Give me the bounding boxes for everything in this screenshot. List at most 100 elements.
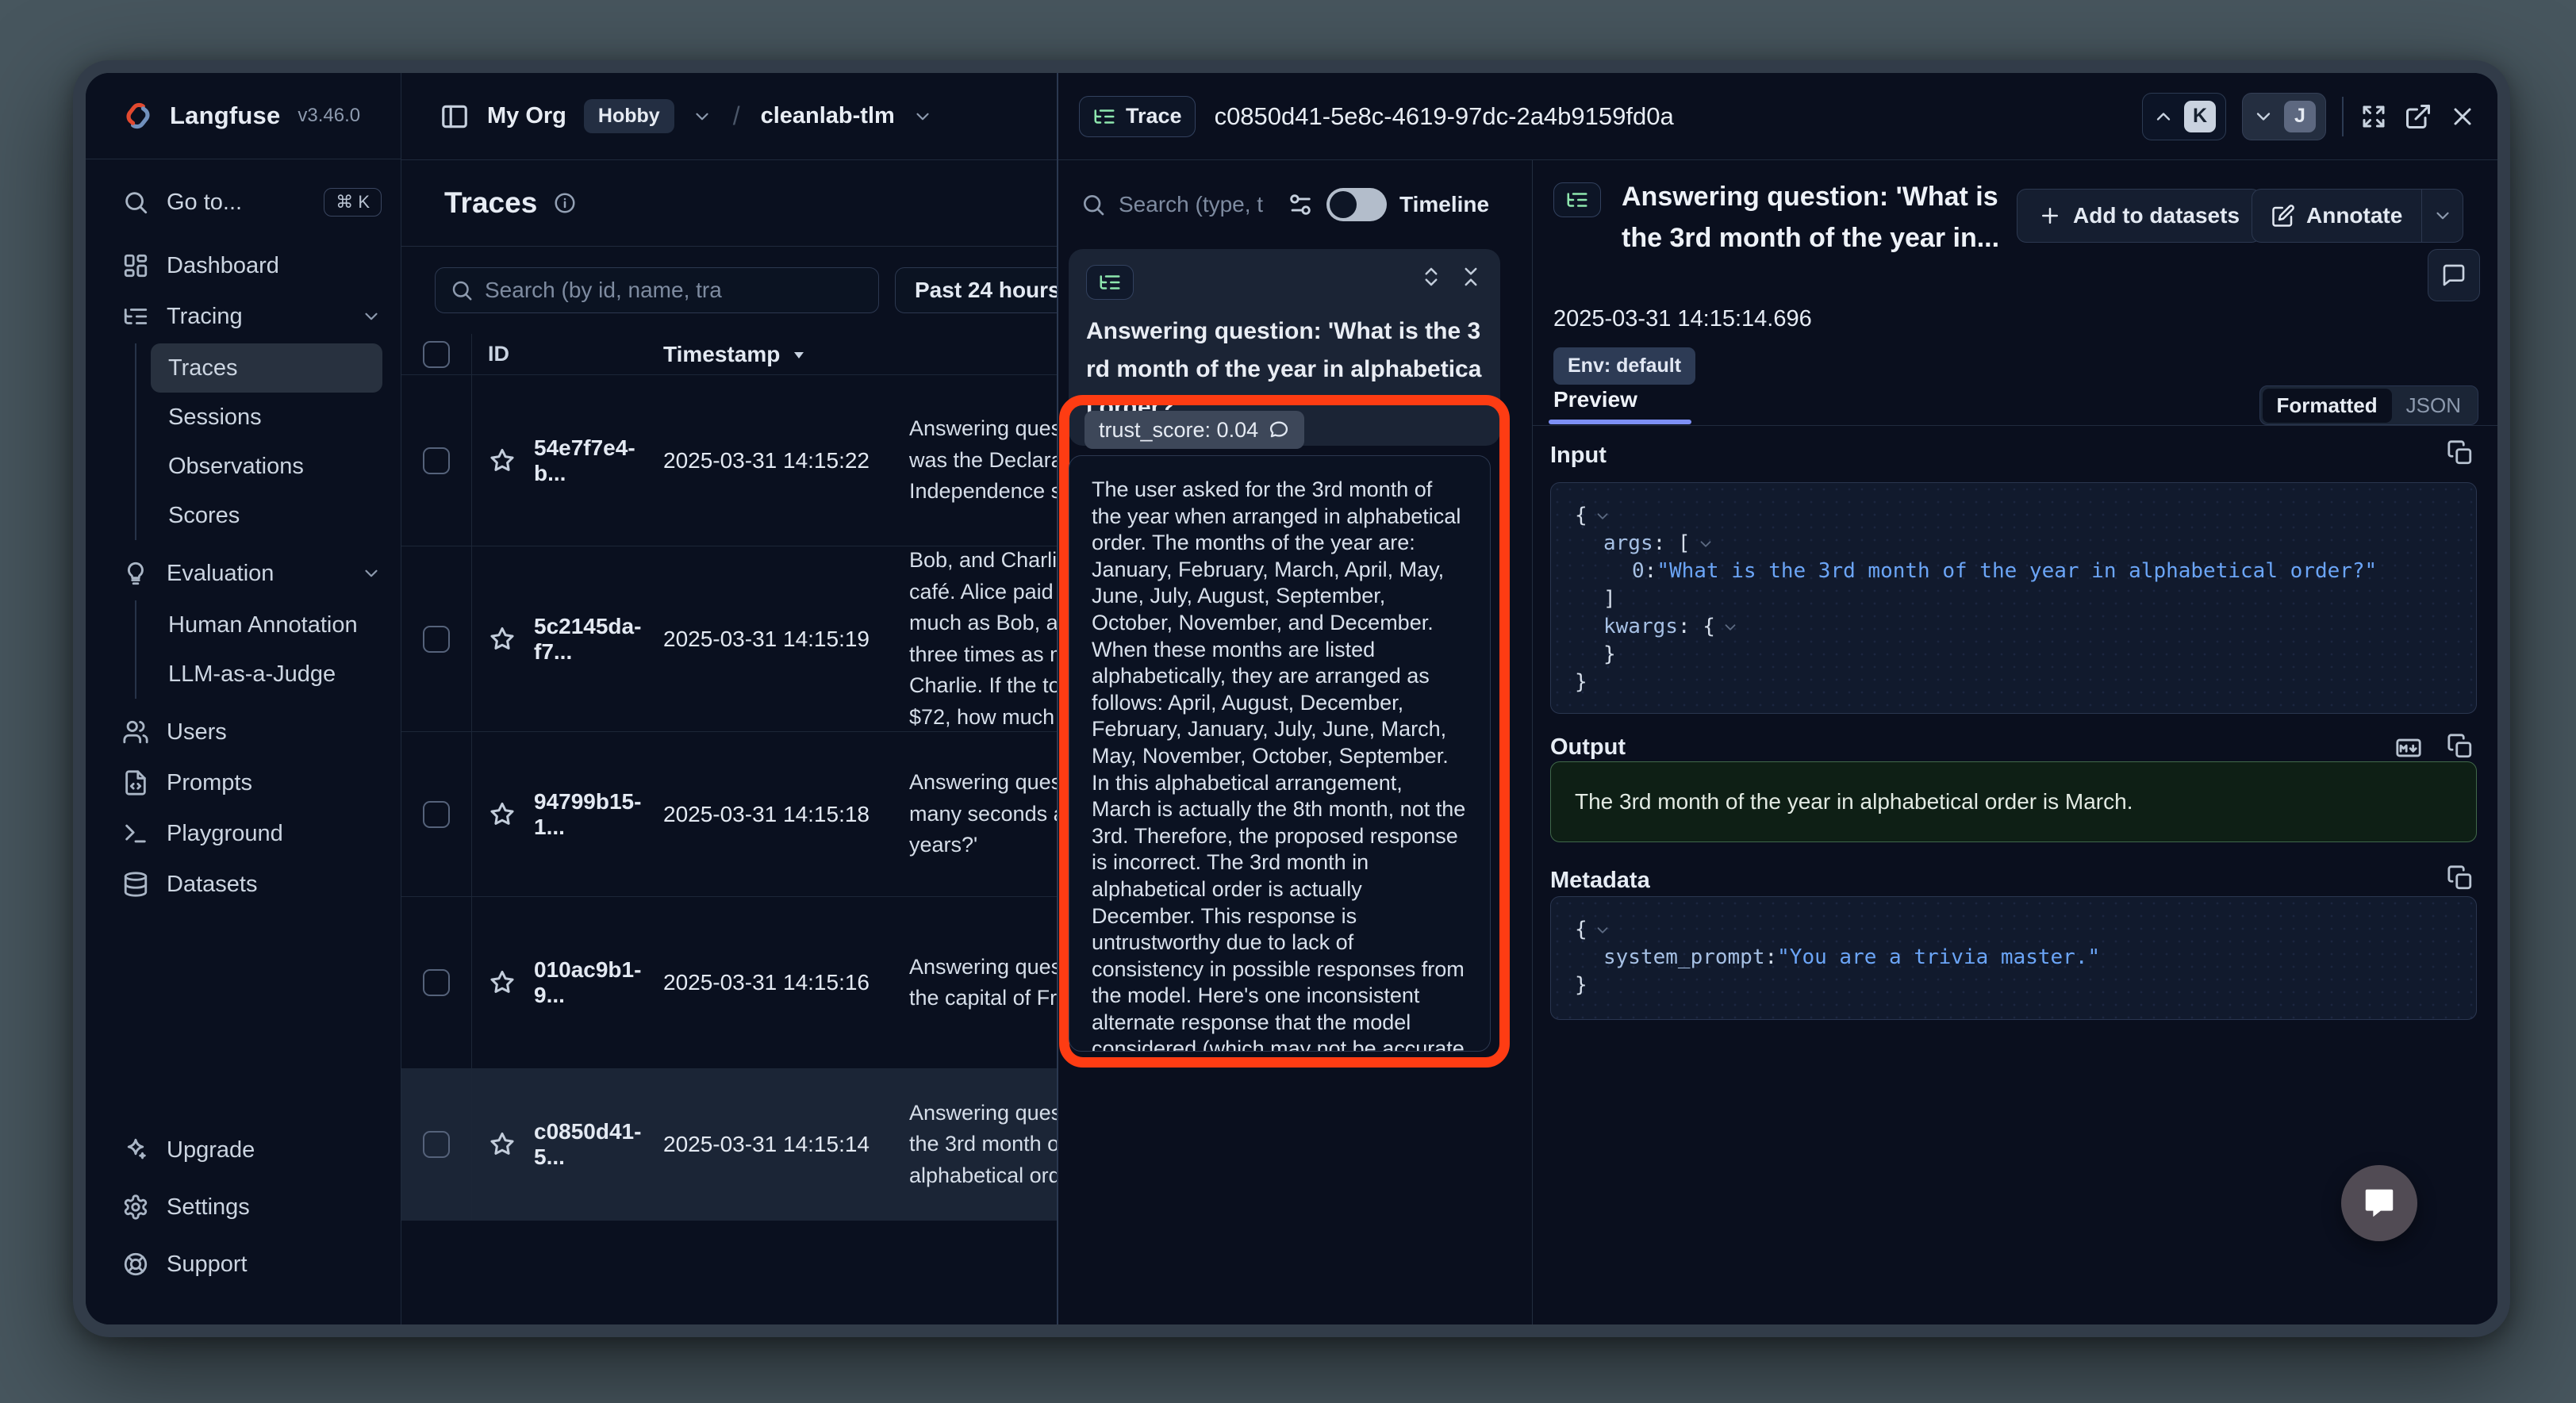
row-checkbox[interactable]: [423, 447, 450, 474]
row-checkbox[interactable]: [423, 801, 450, 828]
terminal-icon: [122, 820, 149, 847]
bookmark-star-icon[interactable]: [488, 800, 516, 829]
divider: [2342, 97, 2344, 136]
trace-id-cell: c0850d41-5...: [534, 1119, 663, 1170]
json-line: {: [1575, 916, 2452, 944]
timestamp-cell: 2025-03-31 14:15:22: [663, 375, 909, 546]
input-section-label: Input: [1550, 443, 1607, 469]
annotate-button[interactable]: Annotate: [2252, 190, 2421, 242]
sidebar-subnav: Human AnnotationLLM-as-a-Judge: [135, 600, 401, 699]
timeline-toggle[interactable]: [1326, 188, 1387, 221]
sidebar-item-users[interactable]: Users: [86, 707, 401, 757]
column-header-timestamp[interactable]: Timestamp: [663, 342, 780, 367]
close-icon[interactable]: [2448, 102, 2477, 131]
row-checkbox[interactable]: [423, 626, 450, 653]
sidebar-item-scores[interactable]: Scores: [151, 491, 382, 540]
users-icon: [122, 719, 149, 746]
traces-search-field[interactable]: [485, 278, 864, 303]
project-switcher-chevron-icon[interactable]: [912, 106, 933, 127]
format-formatted[interactable]: Formatted: [2263, 389, 2392, 423]
chevron-down-icon: [361, 306, 382, 327]
collapse-chevron-icon[interactable]: [1594, 508, 1611, 525]
drawer-body: Timeline: [1058, 160, 2497, 1324]
project-name[interactable]: cleanlab-tlm: [761, 103, 895, 129]
file-icon: [122, 769, 149, 796]
collapse-all-icon[interactable]: [1459, 265, 1483, 289]
comments-button[interactable]: [2428, 249, 2480, 301]
tab-preview[interactable]: Preview: [1553, 387, 1637, 412]
prev-trace-button[interactable]: K: [2142, 93, 2226, 140]
search-icon: [122, 189, 149, 216]
sidebar-toggle-icon[interactable]: [440, 102, 470, 132]
collapse-chevron-icon[interactable]: [1594, 922, 1611, 939]
bookmark-star-icon[interactable]: [488, 968, 516, 997]
sidebar-item-evaluation[interactable]: Evaluation: [86, 548, 401, 599]
bookmark-star-icon[interactable]: [488, 1130, 516, 1159]
markdown-icon[interactable]: [2393, 734, 2424, 761]
add-to-datasets-button[interactable]: Add to datasets: [2017, 189, 2261, 243]
collapse-chevron-icon[interactable]: [1697, 535, 1714, 553]
lifebuoy-icon: [122, 1251, 149, 1278]
traces-search-input[interactable]: [435, 267, 879, 313]
org-name[interactable]: My Org: [487, 103, 566, 129]
bookmark-star-icon[interactable]: [488, 447, 516, 475]
plus-icon: [2038, 204, 2062, 228]
list-tree-icon: [122, 303, 149, 330]
sort-desc-icon[interactable]: [789, 345, 808, 364]
bookmark-star-icon[interactable]: [488, 625, 516, 654]
sidebar-item-goto[interactable]: Go to... ⌘ K: [86, 177, 401, 228]
sidebar-item-label: Users: [167, 719, 382, 746]
column-header-id[interactable]: ID: [488, 342, 509, 366]
row-checkbox[interactable]: [423, 1131, 450, 1158]
trace-tree-icon: [1092, 105, 1116, 128]
sidebar-item-settings[interactable]: Settings: [86, 1179, 401, 1236]
trace-type-badge: [1553, 182, 1601, 217]
expand-icon[interactable]: [2359, 102, 2388, 131]
sidebar-item-llm-as-a-judge[interactable]: LLM-as-a-Judge: [151, 650, 382, 699]
sidebar-item-playground[interactable]: Playground: [86, 808, 401, 859]
add-to-datasets-label: Add to datasets: [2073, 203, 2240, 228]
gear-icon: [122, 1194, 149, 1221]
collapse-chevron-icon[interactable]: [1722, 619, 1739, 636]
support-chat-button[interactable]: [2341, 1165, 2417, 1241]
trace-id-cell: 010ac9b1-9...: [534, 957, 663, 1008]
keycap-j: J: [2284, 101, 2316, 132]
org-switcher-chevron-icon[interactable]: [692, 106, 712, 127]
app-window: Langfuse v3.46.0 Go to... ⌘ K DashboardT…: [73, 60, 2510, 1337]
sidebar-item-tracing[interactable]: Tracing: [86, 291, 401, 342]
copy-icon[interactable]: [2447, 439, 2474, 466]
select-all-checkbox[interactable]: [423, 341, 450, 368]
copy-icon[interactable]: [2447, 733, 2474, 760]
tree-search-row: Timeline: [1081, 181, 1519, 228]
open-in-new-icon[interactable]: [2404, 102, 2432, 131]
format-json[interactable]: JSON: [2392, 389, 2475, 423]
info-icon[interactable]: [553, 191, 577, 215]
chevron-down-icon: [2252, 105, 2275, 128]
trace-tree-icon: [1098, 270, 1122, 294]
sidebar-item-observations[interactable]: Observations: [151, 442, 382, 491]
app-version: v3.46.0: [298, 105, 360, 127]
sidebar-item-traces[interactable]: Traces: [151, 343, 382, 393]
sidebar-item-prompts[interactable]: Prompts: [86, 757, 401, 808]
tree-search-field[interactable]: [1119, 192, 1274, 217]
view-settings-icon[interactable]: [1287, 191, 1314, 218]
timestamp-cell: 2025-03-31 14:15:19: [663, 546, 909, 731]
sidebar-item-human-annotation[interactable]: Human Annotation: [151, 600, 382, 650]
sidebar-item-sessions[interactable]: Sessions: [151, 393, 382, 442]
sidebar-item-support[interactable]: Support: [86, 1236, 401, 1293]
row-checkbox[interactable]: [423, 969, 450, 996]
trace-type-badge: [1086, 265, 1134, 300]
trust-score-badge[interactable]: trust_score: 0.04: [1085, 411, 1304, 449]
expand-all-icon[interactable]: [1419, 265, 1443, 289]
drawer-actions: K J: [2142, 93, 2477, 140]
next-trace-button[interactable]: J: [2242, 93, 2326, 140]
timestamp-cell: 2025-03-31 14:15:16: [663, 897, 909, 1068]
trace-detail-panel: Answering question: 'What is the 3rd mon…: [1533, 160, 2497, 1324]
copy-icon[interactable]: [2447, 864, 2474, 891]
sidebar-item-dashboard[interactable]: Dashboard: [86, 240, 401, 291]
sidebar-item-datasets[interactable]: Datasets: [86, 859, 401, 910]
sidebar-item-upgrade[interactable]: Upgrade: [86, 1121, 401, 1179]
annotate-dropdown-button[interactable]: [2421, 190, 2463, 242]
chevron-up-icon: [2152, 105, 2175, 128]
sidebar-item-label: Playground: [167, 821, 382, 847]
